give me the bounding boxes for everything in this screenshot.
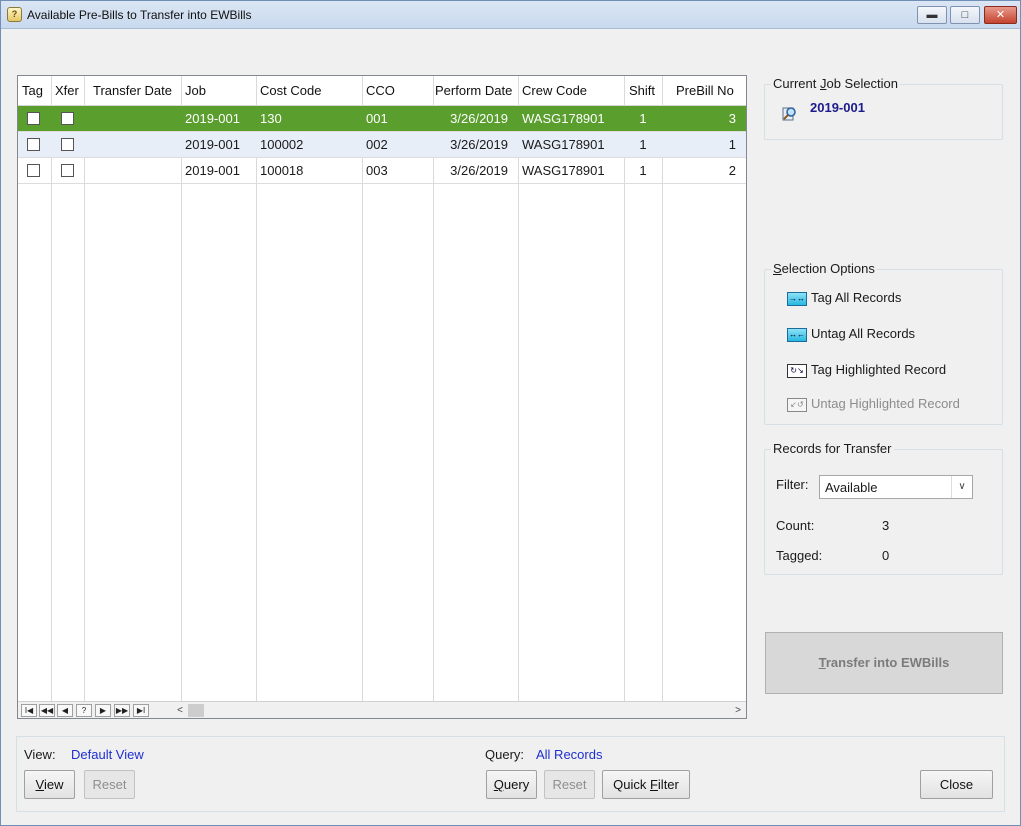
quick-filter-button[interactable]: Quick Filter — [602, 770, 690, 799]
transfer-into-ewbills-button[interactable]: Transfer into EWBills — [765, 632, 1003, 694]
query-button[interactable]: Query — [486, 770, 537, 799]
count-value: 3 — [882, 518, 890, 533]
cell-job: 2019-001 — [185, 163, 240, 178]
magnifier-icon[interactable] — [782, 105, 798, 121]
view-reset-button[interactable]: Reset — [84, 770, 135, 799]
untag-all-icon: ↔← — [787, 327, 807, 342]
count-label: Count: — [776, 518, 815, 533]
table-row[interactable]: 2019-001 100002 002 3/26/2019 WASG178901… — [18, 132, 746, 158]
cell-crew-code: WASG178901 — [522, 163, 605, 178]
current-job-legend: Current Job Selection — [771, 76, 901, 91]
table-row[interactable]: 2019-001 130 001 3/26/2019 WASG178901 1 … — [18, 106, 746, 132]
cell-shift: 1 — [639, 137, 647, 152]
col-header-transfer-date[interactable]: Transfer Date — [89, 76, 186, 106]
app-icon: ? — [7, 7, 22, 22]
cell-crew-code: WASG178901 — [522, 137, 605, 152]
cell-perform-date: 3/26/2019 — [450, 163, 508, 178]
grid-header: Tag Xfer Transfer Date Job Cost Code CCO… — [18, 76, 746, 106]
cell-perform-date: 3/26/2019 — [450, 111, 508, 126]
tag-checkbox[interactable] — [27, 164, 40, 177]
cell-crew-code: WASG178901 — [522, 111, 605, 126]
view-button[interactable]: View — [24, 770, 75, 799]
prev-record-icon[interactable]: ◀ — [57, 704, 73, 717]
cell-job: 2019-001 — [185, 137, 240, 152]
col-header-crew-code[interactable]: Crew Code — [518, 76, 624, 106]
filter-select[interactable]: Available ∨ — [819, 475, 973, 499]
untag-highlighted-icon: ↙↺ — [787, 397, 807, 412]
query-reset-button[interactable]: Reset — [544, 770, 595, 799]
prebill-transfer-window: ? Available Pre-Bills to Transfer into E… — [0, 0, 1021, 826]
cell-cco: 003 — [366, 163, 388, 178]
scroll-left-arrow[interactable]: < — [174, 703, 186, 718]
col-header-shift[interactable]: Shift — [625, 76, 663, 106]
records-for-transfer-legend: Records for Transfer — [771, 441, 894, 456]
prebill-grid[interactable]: Tag Xfer Transfer Date Job Cost Code CCO… — [17, 75, 747, 719]
cell-job: 2019-001 — [185, 111, 240, 126]
view-label: View: — [24, 747, 56, 762]
cell-shift: 1 — [639, 163, 647, 178]
cell-cco: 002 — [366, 137, 388, 152]
filter-select-value: Available — [825, 480, 878, 495]
untag-all-records-button[interactable]: ↔← Untag All Records — [787, 324, 915, 344]
query-value: All Records — [536, 747, 603, 762]
window-title: Available Pre-Bills to Transfer into EWB… — [27, 8, 252, 22]
records-for-transfer-group: Records for Transfer Filter: Available ∨… — [764, 441, 1003, 575]
selection-options-group: Selection Options →↔ Tag All Records ↔← Un… — [764, 261, 1003, 425]
current-job-group: Current Job Selection 2019-001 — [764, 76, 1003, 140]
col-header-job[interactable]: Job — [181, 76, 256, 106]
xfer-checkbox[interactable] — [61, 112, 74, 125]
col-header-tag[interactable]: Tag — [18, 76, 51, 106]
cell-shift: 1 — [639, 111, 647, 126]
view-value: Default View — [71, 747, 144, 762]
tag-checkbox[interactable] — [27, 138, 40, 151]
col-header-xfer[interactable]: Xfer — [51, 76, 84, 106]
next-page-icon[interactable]: ▶▶ — [114, 704, 130, 717]
xfer-checkbox[interactable] — [61, 164, 74, 177]
close-window-button[interactable]: ✕ — [984, 6, 1017, 24]
current-job-value: 2019-001 — [810, 100, 865, 115]
scroll-right-arrow[interactable]: > — [732, 703, 744, 718]
tag-checkbox[interactable] — [27, 112, 40, 125]
col-header-prebill-no[interactable]: PreBill No — [672, 76, 746, 106]
cell-prebill-no: 1 — [728, 137, 736, 152]
xfer-checkbox[interactable] — [61, 138, 74, 151]
tag-highlighted-icon: ↻↘ — [787, 363, 807, 378]
cell-cost-code: 130 — [260, 111, 282, 126]
tagged-label: Tagged: — [776, 548, 823, 563]
tag-highlighted-record-button[interactable]: ↻↘ Tag Highlighted Record — [787, 360, 946, 380]
bottom-panel: View: Default View Query: All Records Vi… — [16, 736, 1005, 812]
last-record-icon[interactable]: ▶I — [133, 704, 149, 717]
cell-cost-code: 100018 — [260, 163, 304, 178]
chevron-down-icon[interactable]: ∨ — [951, 476, 972, 498]
maximize-button[interactable]: □ — [950, 6, 980, 24]
cell-cost-code: 100002 — [260, 137, 304, 152]
close-button[interactable]: Close — [920, 770, 993, 799]
query-label: Query: — [485, 747, 525, 762]
col-header-perform-date[interactable]: Perform Date — [431, 76, 518, 106]
record-navigator: I◀ ◀◀ ◀ ? ▶ ▶▶ ▶I < > — [18, 701, 746, 718]
untag-highlighted-record-button[interactable]: ↙↺ Untag Highlighted Record — [787, 394, 960, 414]
table-row[interactable]: 2019-001 100018 003 3/26/2019 WASG178901… — [18, 158, 746, 184]
col-header-cco[interactable]: CCO — [362, 76, 433, 106]
horizontal-scroll-thumb[interactable] — [188, 704, 204, 717]
minimize-button[interactable]: ▬ — [917, 6, 947, 24]
cell-prebill-no: 2 — [728, 163, 736, 178]
selection-options-legend: Selection Options — [771, 261, 877, 276]
tag-all-records-button[interactable]: →↔ Tag All Records — [787, 288, 901, 308]
tag-all-icon: →↔ — [787, 291, 807, 306]
first-record-icon[interactable]: I◀ — [21, 704, 37, 717]
next-record-icon[interactable]: ▶ — [95, 704, 111, 717]
col-header-cost-code[interactable]: Cost Code — [256, 76, 362, 106]
help-icon[interactable]: ? — [76, 704, 92, 717]
filter-label: Filter: — [776, 477, 809, 492]
cell-perform-date: 3/26/2019 — [450, 137, 508, 152]
prev-page-icon[interactable]: ◀◀ — [39, 704, 55, 717]
cell-prebill-no: 3 — [728, 111, 736, 126]
cell-cco: 001 — [366, 111, 388, 126]
tagged-value: 0 — [882, 548, 890, 563]
title-bar: ? Available Pre-Bills to Transfer into E… — [1, 1, 1020, 29]
